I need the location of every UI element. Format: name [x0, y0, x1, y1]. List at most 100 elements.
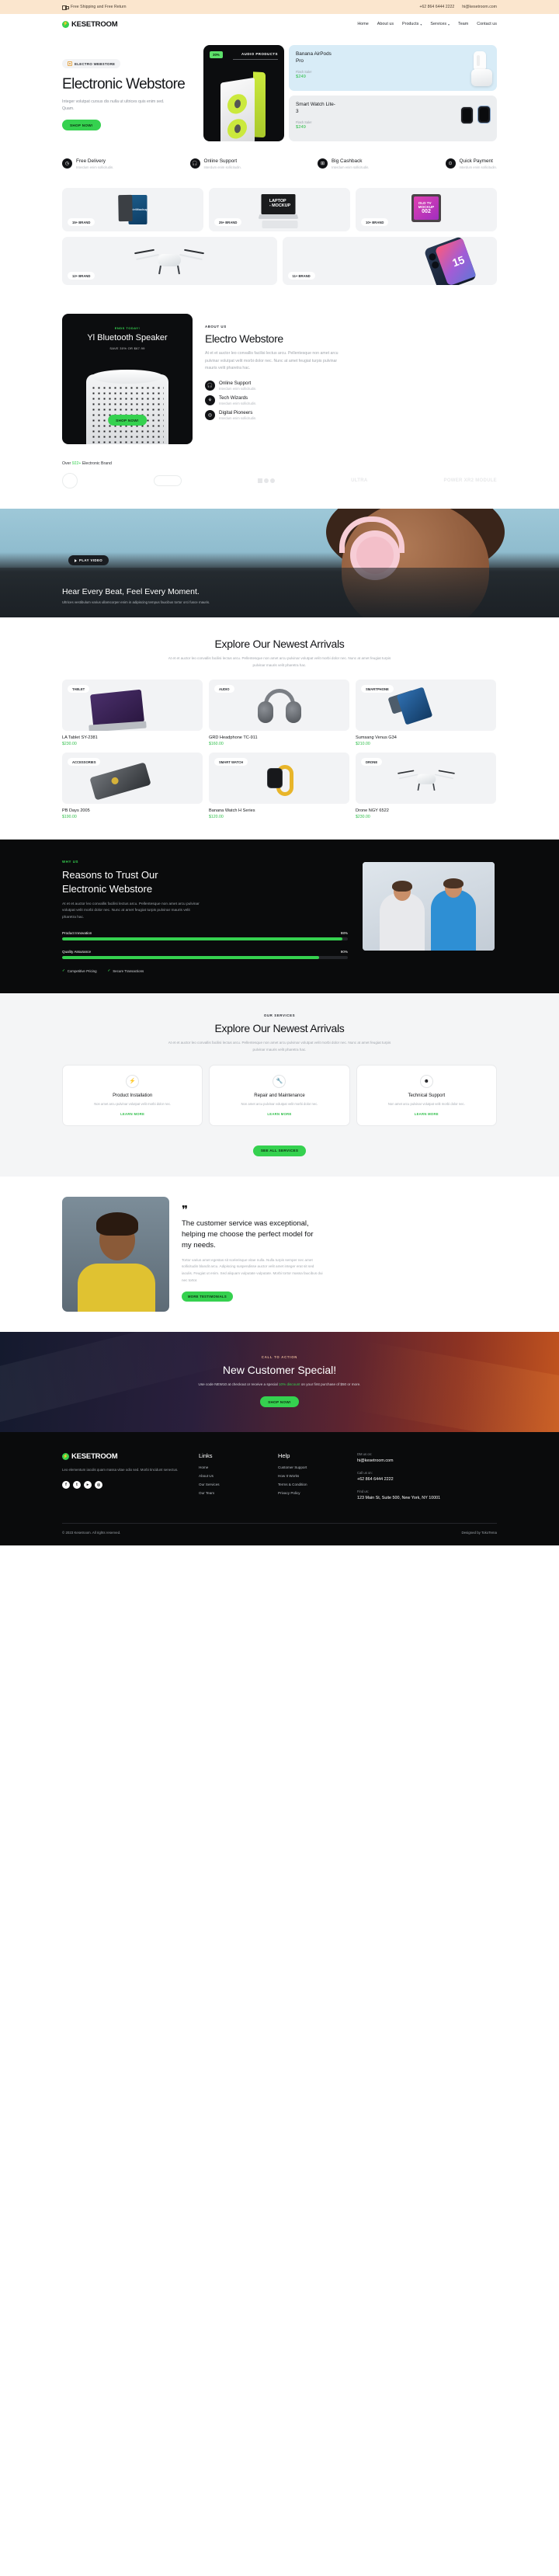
mockup-card-iphone[interactable]: 15 11+ BRAND [282, 237, 497, 285]
chevron-down-icon: ▾ [448, 22, 450, 26]
airpods-icon [474, 51, 486, 70]
footer-link-customer-support[interactable]: Customer Support [278, 1465, 337, 1469]
footer-link-our-team[interactable]: Our Team [199, 1491, 258, 1495]
nav-item-contact-us[interactable]: Contact us [477, 22, 497, 26]
nav-item-products[interactable]: Products ▾ [402, 22, 422, 26]
feature-online-support: 🎧 Online Support Interdum enim sollicitu… [189, 158, 241, 169]
mockup-card-oldtv[interactable]: OLD TV MOCKUP 002 10+ BRAND [356, 188, 497, 231]
services-heading: Explore Our Newest Arrivals [214, 1022, 345, 1035]
about-item-tech-wizards: ⚘ Tech Wizards Interdum enim sollicitudi… [205, 395, 497, 405]
service-card-product-installation[interactable]: ⚡ Product Installation Non amet arcu pul… [62, 1064, 203, 1126]
service-title: Product Installation [113, 1093, 153, 1098]
footer-link-terms-condition[interactable]: Terms & Condition [278, 1483, 337, 1486]
reasons-eyebrow: WHY US [62, 860, 79, 864]
brands-label-post: Electronic Brand [81, 461, 112, 466]
cta-shop-now-button[interactable]: SHOP NOW! [260, 1396, 299, 1408]
capsule-logo [154, 475, 182, 486]
feature-desc: Interdum enim sollicitudin. [203, 165, 241, 169]
contact-value[interactable]: hi@kesetroom.com [357, 1458, 497, 1465]
feature-desc: Interdum enim sollicitudin. [76, 165, 114, 169]
feature-title: Free Delivery [76, 158, 106, 164]
footer-link-how-it-works[interactable]: How It Works [278, 1474, 337, 1478]
service-card-technical-support[interactable]: ☻ Technical Support Non amet arcu pulvin… [356, 1064, 497, 1126]
nav-links: Home About us Products ▾ Services ▾ Team C… [357, 22, 497, 26]
hero-badge-label: ELECTRO WEBSTORE [75, 61, 116, 66]
wallet-icon: ⊙ [445, 158, 456, 169]
mockup-card-tablet[interactable]: TabletMockup 15+ BRAND [62, 188, 203, 231]
facebook-icon[interactable]: f [62, 1480, 70, 1489]
see-all-services-button[interactable]: SEE ALL SERVICES [252, 1145, 307, 1156]
topbar-phone[interactable]: +62 864 6444 2222 [419, 5, 454, 9]
headset-icon: 🎧 [205, 380, 215, 391]
product-card-smartwatch[interactable]: SMART WATCH Banana Watch H Series $120.0… [209, 753, 349, 819]
product-title: Banana AirPods Pro [296, 51, 332, 64]
promo-shop-now-button[interactable]: SHOP NOW! [108, 415, 147, 426]
mockup-card-laptop[interactable]: LAPTOP - MOCKUP 25+ BRAND [209, 188, 350, 231]
brand-name: KESETROOM [71, 19, 118, 29]
nav-item-about-us[interactable]: About us [377, 22, 394, 26]
services-section: OUR SERVICES Explore Our Newest Arrivals… [0, 993, 559, 1177]
mockup-card-drone[interactable]: 12+ BRAND [62, 237, 277, 285]
arrivals-heading: Explore Our Newest Arrivals [214, 638, 345, 650]
footer-link-home[interactable]: Home [199, 1465, 258, 1469]
promo-speaker-card[interactable]: ENDS TODAY! Yl Bluetooth Speaker SAVE 30… [62, 314, 193, 444]
product-card-accessories[interactable]: ACCESSORIES PB Days 2005 $190.00 [62, 753, 203, 819]
service-desc: Non amet arcu pulvinar volutpat velit mo… [94, 1101, 172, 1106]
product-card-headphone[interactable]: AUDIO GRD Headphone TC-911 $160.00 [209, 680, 349, 746]
drone-image [397, 767, 455, 793]
product-card-smartphone[interactable]: SMARTPHONE Sumsang Venus G34 $210.00 [356, 680, 496, 746]
service-title: Technical Support [408, 1093, 446, 1098]
smartwatch-icon [460, 106, 474, 124]
clock-icon: ◷ [62, 158, 72, 169]
logo[interactable]: ⚡ KESETROOM [62, 19, 118, 29]
service-title: Repair and Maintenance [254, 1093, 305, 1098]
product-card-drone[interactable]: DRONE Drone NGY 6522 $230.00 [356, 753, 496, 819]
topbar-email[interactable]: hi@kesetroom.com [462, 5, 497, 9]
product-price: $249 [296, 75, 306, 80]
laurel-logo [62, 473, 78, 488]
service-learn-more-link[interactable]: LEARN MORE [217, 1112, 341, 1116]
footer-logo[interactable]: ⚡ KESETROOM [62, 1452, 179, 1461]
copyright: © 2023 Kesetroom. All rights reserved. [62, 1531, 121, 1535]
arrivals-paragraph: At et et auctor leo convallis facilisi l… [168, 656, 391, 667]
features-row: ◷ Free Delivery Interdum enim sollicitud… [0, 141, 559, 188]
service-learn-more-link[interactable]: LEARN MORE [365, 1112, 488, 1116]
logoipsum-logo [258, 478, 276, 483]
testimonial-paragraph: Tortor varius amet egestas sit scelerisq… [182, 1257, 323, 1282]
nav-item-home[interactable]: Home [357, 22, 368, 26]
nav-item-team[interactable]: Team [458, 22, 468, 26]
product-name: Banana Watch H Series [209, 808, 255, 814]
footer-link-privacy-policy[interactable]: Privacy Policy [278, 1491, 337, 1495]
youtube-icon[interactable]: ▸ [84, 1480, 92, 1489]
play-video-button[interactable]: PLAY VIDEO [68, 555, 109, 565]
product-price: $249 [296, 125, 306, 130]
feature-quick-payment: ⊙ Quick Payment Interdum enim sollicitud… [445, 158, 497, 169]
contact-value[interactable]: +62 864 6444 2222 [357, 1476, 497, 1483]
more-testimonials-button[interactable]: MORE TESTIMONIALS [182, 1291, 233, 1302]
reasons-heading: Reasons to Trust Our Electronic Webstore [62, 869, 158, 895]
footer-description: Leo elementum iaculis quam massa vitae o… [62, 1468, 179, 1472]
hero-featured-card[interactable]: 30% AUDIO PRODUCTS [203, 45, 284, 141]
bar-label: Product Innovation [62, 931, 92, 936]
twitter-icon[interactable]: t [73, 1480, 81, 1489]
hero-product-card-airpods[interactable]: Banana AirPods Pro Flash Sale! $249 [289, 45, 497, 91]
brands-strip: Over 922+ Electronic Brand ULTRA POWER X… [0, 461, 559, 509]
hero-product-card-watch[interactable]: Smart Watch Lite-3 Flash Sale! $249 [289, 96, 497, 141]
nav-item-services[interactable]: Services ▾ [430, 22, 450, 26]
hero-shop-now-button[interactable]: SHOP NOW! [62, 120, 101, 131]
power-xr2-logo: POWER XR2 MODULE [443, 478, 497, 483]
footer-link-about-us[interactable]: About Us [199, 1474, 258, 1478]
cta-paragraph-pre: Use code NEW10 at checkout or receive a … [198, 1382, 279, 1386]
bar-fill [62, 956, 320, 960]
hero-badge: ELECTRO WEBSTORE [62, 59, 121, 68]
about-item-desc: Interdum enim sollicitudin. [219, 415, 257, 420]
bar-value: 98% [340, 931, 348, 936]
instagram-icon[interactable]: ◎ [95, 1480, 102, 1489]
check-icon: ✓ [62, 968, 65, 973]
footer-link-our-services[interactable]: Our Services [199, 1483, 258, 1486]
service-card-repair-maintenance[interactable]: 🔧 Repair and Maintenance Non amet arcu p… [209, 1064, 350, 1126]
contact-label: Call us on: [357, 1471, 373, 1476]
service-learn-more-link[interactable]: LEARN MORE [71, 1112, 194, 1116]
brand-count-badge: 10+ BRAND [361, 218, 389, 226]
product-card-tablet[interactable]: TABLET LA Tablet SY-2381 $230.00 [62, 680, 203, 746]
